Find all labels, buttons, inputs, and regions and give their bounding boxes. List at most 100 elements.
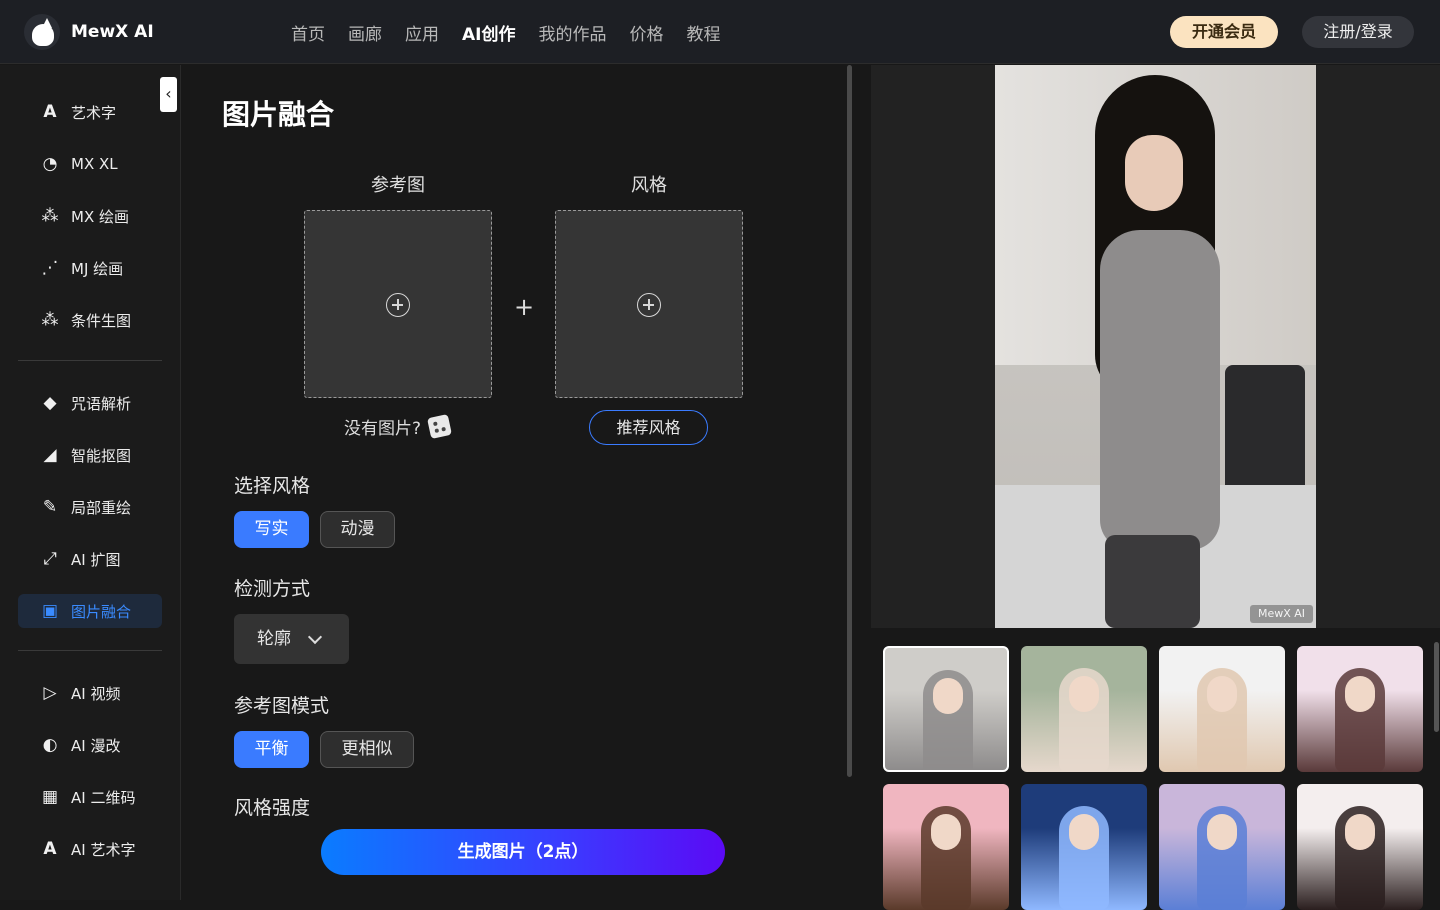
nav-item-4[interactable]: 我的作品 [538,20,606,45]
dice-icon [427,414,452,439]
cat-logo-icon [24,14,60,50]
letter-a-icon: A [43,839,57,859]
qrcode-icon: ▦ [41,787,59,807]
sidebar-item-1-1[interactable]: ◢ 智能抠图 [18,438,162,472]
sidebar-item-label: MX 绘画 [71,207,129,226]
sidebar-item-1-0[interactable]: ◆ 咒语解析 [18,386,162,420]
sidebar-item-label: AI 漫改 [71,736,121,755]
sidebar-item-label: AI 视频 [71,684,121,703]
vip-button[interactable]: 开通会员 [1170,16,1278,48]
letter-a-icon: A [43,102,57,122]
sidebar-item-label: AI 二维码 [71,788,136,807]
nav-item-1[interactable]: 画廊 [348,20,382,45]
expand-image-icon: ⤢ [43,549,57,569]
mode-option-balanced[interactable]: 平衡 [234,731,309,768]
main-nav: 首页 画廊 应用 AI创作 我的作品 价格 教程 [291,20,743,45]
video-play-icon: ▷ [43,683,57,703]
sidebar-item-label: 图片融合 [71,602,132,621]
panel-scrollbar[interactable] [847,65,852,777]
thumb-blonde-girl[interactable] [1159,646,1285,772]
sidebar-item-2-1[interactable]: ◐ AI 漫改 [18,728,162,762]
preview-dress [1100,230,1220,550]
reference-mode-label: 参考图模式 [234,695,330,717]
preview-face [1125,135,1183,211]
preview-legs [1105,535,1200,628]
sidebar-item-label: 艺术字 [71,103,117,122]
half-circle-icon: ◐ [42,735,58,755]
collapse-sidebar-button[interactable]: ‹ [160,77,177,112]
generate-image-button[interactable]: 生成图片（2点） [321,829,725,875]
mode-option-more-similar[interactable]: 更相似 [320,731,414,768]
detect-method-select[interactable]: 轮廓 [234,614,349,664]
thumbnails-scrollbar[interactable] [1434,642,1439,732]
magic-wand-icon: ⁂ [41,206,59,226]
chevron-left-icon: ‹ [165,84,172,103]
brand-logo[interactable]: MewX AI [24,14,154,50]
thumb-hanfu-girl[interactable] [1021,646,1147,772]
thumb-face [1207,814,1237,850]
sidebar-item-label: 咒语解析 [71,394,132,413]
nav-item-3[interactable]: AI创作 [462,20,515,45]
example-thumbnails [871,634,1431,910]
nodes-icon: ⁂ [41,310,59,330]
thumb-twin-tail-girl[interactable] [1297,784,1423,910]
style-strength-label: 风格强度 [234,797,311,819]
sidebar-item-2-0[interactable]: ▷ AI 视频 [18,676,162,710]
sidebar-item-0-0[interactable]: A 艺术字 [18,95,162,129]
sidebar-item-2-2[interactable]: ▦ AI 二维码 [18,780,162,814]
sidebar-divider [18,360,162,361]
tag-icon: ◆ [43,393,57,413]
sidebar-item-1-4[interactable]: ▣ 图片融合 [18,594,162,628]
style-option-realistic[interactable]: 写实 [234,511,309,548]
preview-image [995,65,1316,628]
sidebar-item-label: 智能抠图 [71,446,132,465]
nav-item-2[interactable]: 应用 [405,20,439,45]
thumb-bunny-girl[interactable] [1297,646,1423,772]
sparkle-wand-icon: ⋰ [41,258,59,278]
no-image-text: 没有图片? [344,419,422,439]
random-image-link[interactable]: 没有图片? [344,414,452,439]
style-image-label: 风格 [631,175,667,196]
sidebar-item-label: AI 艺术字 [71,840,136,859]
reference-image-dropzone[interactable] [304,210,492,398]
sidebar-item-0-4[interactable]: ⁂ 条件生图 [18,303,162,337]
sidebar-item-1-2[interactable]: ✎ 局部重绘 [18,490,162,524]
thumb-face [1207,676,1237,712]
thumb-blue-hair-girl[interactable] [1159,784,1285,910]
sidebar-item-label: MJ 绘画 [71,259,124,278]
page-title: 图片融合 [222,98,335,131]
nav-item-0[interactable]: 首页 [291,20,325,45]
nav-item-6[interactable]: 教程 [686,20,720,45]
watermark: MewX AI [1250,605,1313,623]
thumb-sword-warrior[interactable] [1021,784,1147,910]
brush-icon: ✎ [42,497,58,517]
sidebar-item-label: 条件生图 [71,311,132,330]
sidebar-item-label: MX XL [71,155,118,173]
image-merge-panel: 图片融合 参考图 风格 + 没有图片? 推荐风格 选择风格 写实 动漫 检测方式… [182,65,853,900]
thumb-tulip-girl[interactable] [883,784,1009,910]
sidebar-item-0-1[interactable]: ◔ MX XL [18,147,162,181]
thumb-face [1345,676,1375,712]
sidebar-item-label: AI 扩图 [71,550,121,569]
detect-method-value: 轮廓 [257,629,291,649]
sidebar-item-label: 局部重绘 [71,498,132,517]
sidebar-item-0-2[interactable]: ⁂ MX 绘画 [18,199,162,233]
chevron-down-icon [307,629,323,645]
style-image-dropzone[interactable] [555,210,743,398]
add-circle-icon [637,293,661,317]
nav-item-5[interactable]: 价格 [629,20,663,45]
thumb-face [1069,676,1099,712]
detect-method-label: 检测方式 [234,578,311,600]
thumb-face [1069,814,1099,850]
recommend-style-button[interactable]: 推荐风格 [589,410,708,445]
sidebar-item-0-3[interactable]: ⋰ MJ 绘画 [18,251,162,285]
add-circle-icon [386,293,410,317]
thumb-face [931,814,961,850]
thumb-office-woman[interactable] [883,646,1009,772]
sidebar-item-2-3[interactable]: A AI 艺术字 [18,832,162,866]
style-select-label: 选择风格 [234,475,311,497]
sidebar-item-1-3[interactable]: ⤢ AI 扩图 [18,542,162,576]
login-button[interactable]: 注册/登录 [1302,16,1414,48]
brand-name: MewX AI [71,22,154,42]
style-option-anime[interactable]: 动漫 [320,511,395,548]
